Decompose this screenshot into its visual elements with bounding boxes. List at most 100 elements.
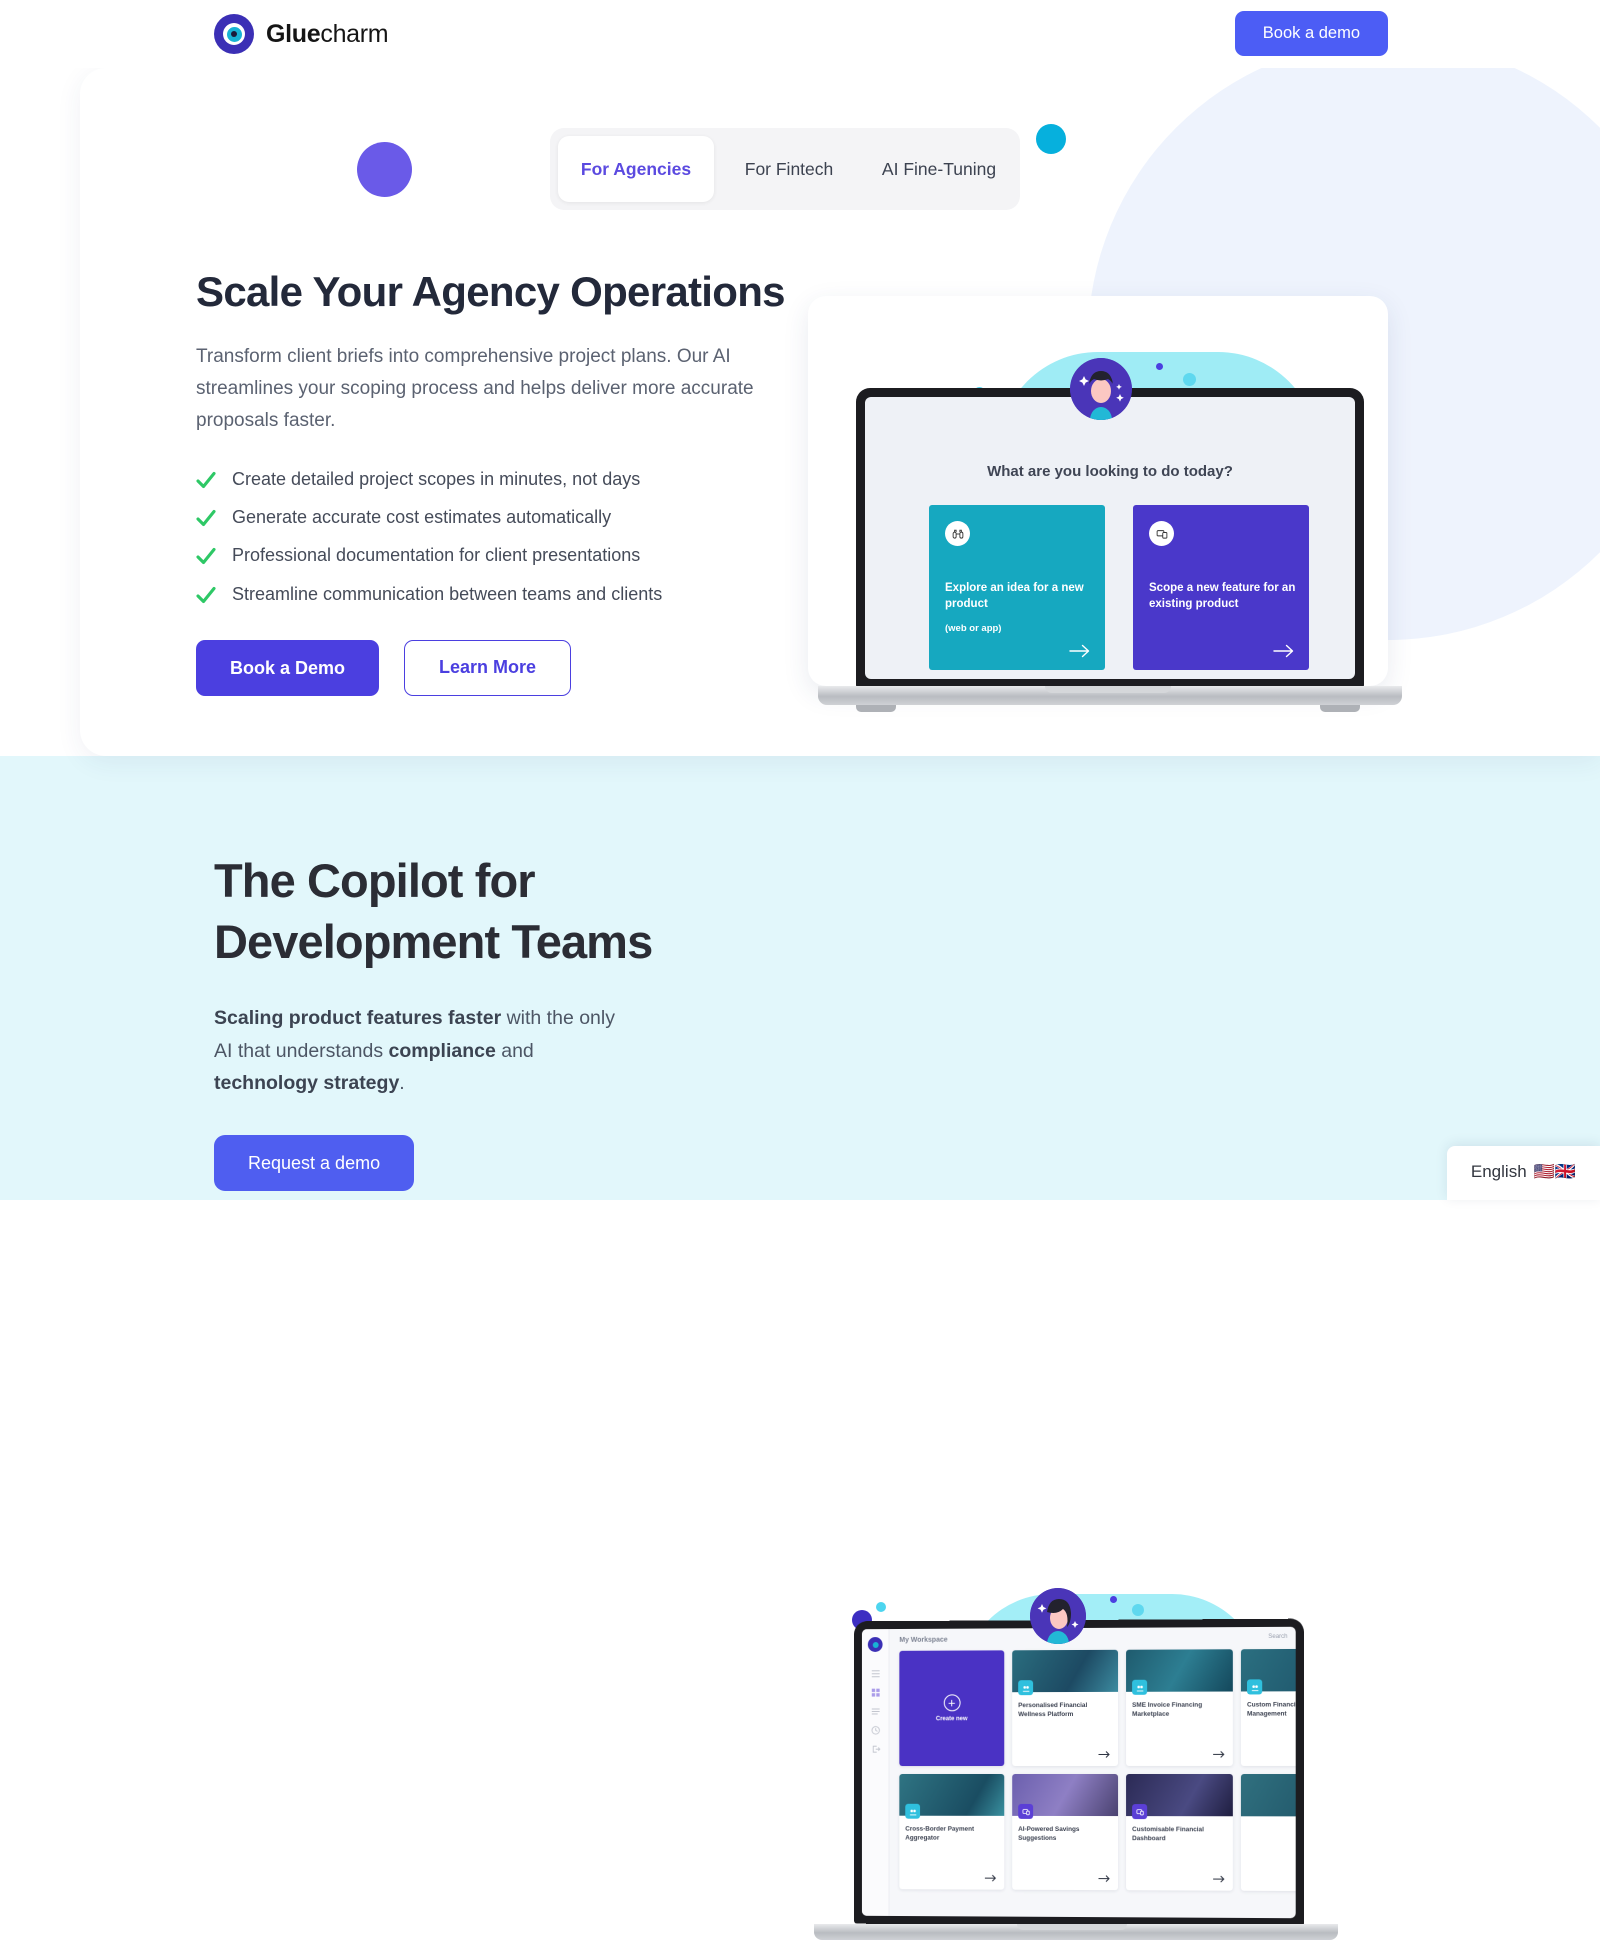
hero-paragraph: Transform client briefs into comprehensi… [196, 346, 754, 431]
project-tile[interactable]: Personalised Financial Wellness Platform [1012, 1649, 1119, 1767]
avatar [1070, 358, 1132, 420]
hero-learn-more-button[interactable]: Learn More [404, 639, 572, 696]
hero-buttons: Book a Demo Learn More [196, 639, 816, 696]
project-tile[interactable]: Custom Financial Management [1240, 1648, 1296, 1766]
project-tile[interactable]: SME Invoice Financing Marketplace [1126, 1649, 1233, 1766]
tile-title: Personalised Financial Wellness Platform [1018, 1701, 1088, 1718]
language-label: English [1470, 1162, 1527, 1181]
copilot-title-line1: The Copilot for [214, 854, 536, 907]
laptop-mockup-agency: What are you looking to do today? Explor… [808, 268, 1408, 712]
hero-title: Scale Your Agency Operations [196, 268, 786, 315]
tile-thumbnail [1240, 1774, 1296, 1817]
laptop-foot-left [856, 705, 896, 712]
project-tile[interactable] [1240, 1774, 1296, 1892]
project-tile[interactable]: AI-Powered Savings Suggestions [1012, 1773, 1119, 1891]
feature-item: Create detailed project scopes in minute… [196, 467, 816, 491]
hero-feature-list: Create detailed project scopes in minute… [196, 467, 816, 606]
copilot-text-3: . [399, 1071, 405, 1094]
tile-badge-icon [1018, 1680, 1034, 1696]
feature-item: Professional documentation for client pr… [196, 543, 816, 567]
checkmark-icon [196, 471, 216, 488]
copilot-bold-1: Scaling product features faster [214, 1007, 502, 1030]
gluecharm-eye-logo-icon [214, 14, 254, 54]
language-selector[interactable]: English 🇺🇸🇬🇧 [1446, 1146, 1600, 1200]
choice-card-subtitle: (web or app) [945, 623, 1002, 634]
sidebar-logout-icon[interactable] [870, 1744, 880, 1754]
feature-label: Generate accurate cost estimates automat… [232, 507, 612, 528]
project-tile[interactable]: Customisable Financial Dashboard [1126, 1774, 1233, 1891]
tab-ai-fine-tuning[interactable]: AI Fine-Tuning [864, 136, 1014, 202]
tab-for-fintech[interactable]: For Fintech [714, 136, 864, 202]
workspace-title: My Workspace [899, 1636, 948, 1644]
request-demo-button[interactable]: Request a demo [214, 1135, 415, 1192]
app-sidebar [861, 1629, 890, 1916]
copilot-bold-3: technology strategy [214, 1071, 400, 1094]
tile-title: AI-Powered Savings Suggestions [1018, 1825, 1080, 1842]
copilot-text-2: and [495, 1039, 534, 1062]
app-logo-icon [867, 1637, 883, 1652]
copilot-title-line2: Development Teams [214, 915, 653, 969]
tile-badge-icon [905, 1803, 921, 1819]
project-tile-grid: + Create new Personalised Financial Well… [899, 1648, 1296, 1892]
decorative-dot-purple-xs [1156, 363, 1163, 370]
copilot-section: The Copilot for Development Teams Scalin… [0, 756, 1600, 1940]
tile-title: Cross-Border Payment Aggregator [905, 1825, 975, 1842]
decorative-purple-circle [357, 142, 412, 197]
checkmark-icon [196, 548, 216, 565]
arrow-right-icon [1098, 1750, 1111, 1759]
decorative-dot-cyan-sm [876, 1602, 886, 1612]
mockup-choice-cards: Explore an idea for a new product (web o… [929, 505, 1309, 670]
copilot-content: The Copilot for Development Teams Scalin… [214, 850, 774, 1192]
create-new-label: Create new [935, 1716, 968, 1723]
mockup-question: What are you looking to do today? [987, 463, 1233, 480]
plus-icon: + [943, 1694, 961, 1712]
hero-section: For Agencies For Fintech AI Fine-Tuning … [80, 68, 1600, 756]
laptop-lid: My Workspace Search + Create new Persona… [854, 1618, 1304, 1927]
header-book-demo-button[interactable]: Book a demo [1234, 11, 1388, 56]
laptop-screen: My Workspace Search + Create new Persona… [861, 1626, 1296, 1919]
decorative-dot-purple-xs [1110, 1596, 1117, 1603]
choice-card-title: Explore an idea for a new product [945, 582, 1084, 610]
tile-badge-icon [1018, 1803, 1034, 1819]
decorative-dot-cyan-xs [1183, 373, 1196, 386]
tile-badge-icon [1132, 1679, 1148, 1695]
site-header: Gluecharm Book a demo [0, 0, 1600, 68]
choice-card-scope-feature[interactable]: Scope a new feature for an existing prod… [1133, 505, 1309, 670]
feature-item: Streamline communication between teams a… [196, 582, 816, 606]
laptop-screen: What are you looking to do today? Explor… [865, 397, 1355, 679]
hero-book-demo-button[interactable]: Book a Demo [196, 639, 380, 696]
logo[interactable]: Gluecharm [214, 14, 389, 54]
arrow-right-icon [1213, 1875, 1226, 1884]
tile-badge-icon [1132, 1804, 1148, 1820]
laptop-notch [1017, 1924, 1127, 1930]
create-new-tile[interactable]: + Create new [899, 1650, 1005, 1767]
copilot-title: The Copilot for Development Teams [214, 850, 774, 972]
arrow-right-icon [1213, 1750, 1226, 1759]
arrow-right-icon [1069, 644, 1090, 658]
sidebar-list-icon[interactable] [870, 1707, 880, 1717]
arrow-right-icon [1273, 644, 1294, 658]
choice-card-explore-idea[interactable]: Explore an idea for a new product (web o… [929, 505, 1105, 670]
search-input[interactable]: Search [1268, 1634, 1287, 1640]
project-tile[interactable]: Cross-Border Payment Aggregator [899, 1773, 1005, 1890]
laptop-foot-right [1320, 705, 1360, 712]
sidebar-clock-icon[interactable] [870, 1725, 880, 1735]
feature-label: Streamline communication between teams a… [232, 583, 663, 604]
hero-content: Scale Your Agency Operations Transform c… [196, 268, 816, 696]
laptop-notch [1045, 686, 1171, 693]
flag-icons: 🇺🇸🇬🇧 [1533, 1162, 1576, 1181]
logo-text: Gluecharm [266, 20, 389, 49]
feature-label: Professional documentation for client pr… [232, 545, 641, 566]
tile-title: Customisable Financial Dashboard [1132, 1826, 1204, 1842]
arrow-right-icon [1098, 1874, 1111, 1883]
tile-title: SME Invoice Financing Marketplace [1132, 1701, 1203, 1718]
avatar [1030, 1588, 1086, 1644]
sidebar-grid-icon[interactable] [870, 1688, 880, 1698]
choice-card-title: Scope a new feature for an existing prod… [1149, 582, 1296, 610]
copilot-paragraph: Scaling product features faster with the… [214, 1002, 634, 1099]
copilot-bold-2: compliance [388, 1039, 496, 1062]
app-main: My Workspace Search + Create new Persona… [889, 1627, 1296, 1918]
sidebar-menu-icon[interactable] [870, 1669, 880, 1679]
decorative-cyan-dot [1036, 124, 1066, 154]
tab-for-agencies[interactable]: For Agencies [558, 136, 714, 202]
